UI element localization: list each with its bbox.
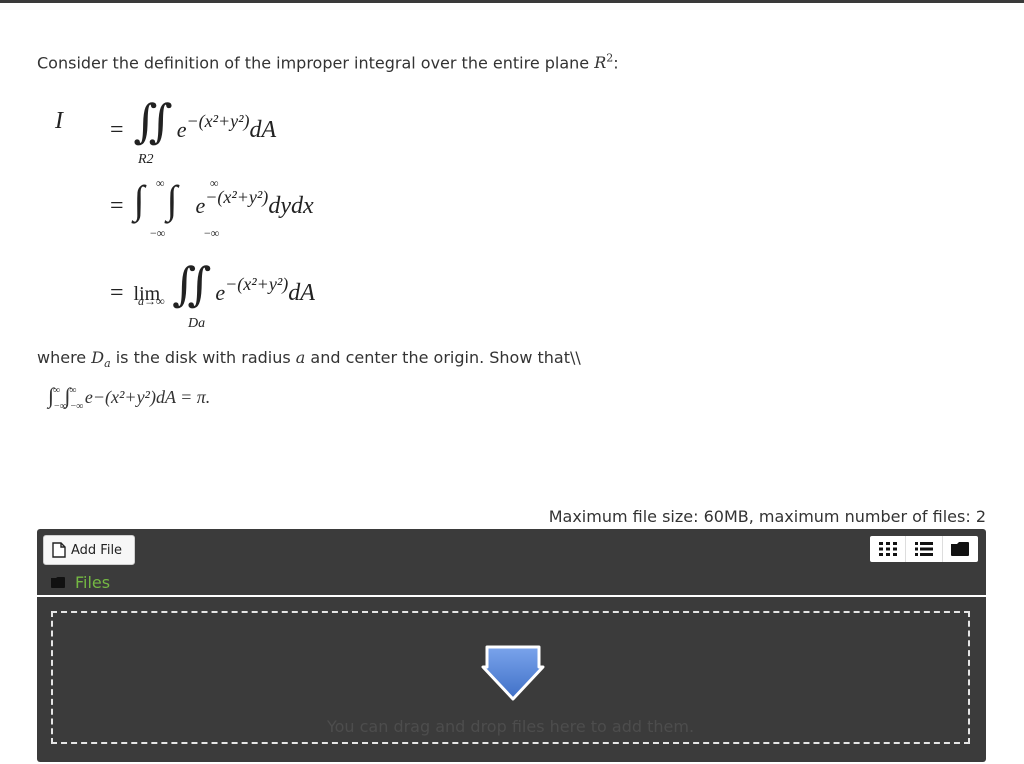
grid-view-button[interactable] xyxy=(870,536,907,562)
region-r2: R2 xyxy=(138,152,154,167)
files-tree-item[interactable]: Files xyxy=(51,573,110,592)
grid-view-icon xyxy=(878,542,897,556)
folder-view-icon xyxy=(951,542,970,556)
lower-limit-2: −∞ xyxy=(204,226,220,240)
equation-lhs: I xyxy=(55,108,63,134)
where-text: where Da is the disk with radius a and c… xyxy=(37,348,581,371)
add-file-button[interactable]: Add File xyxy=(43,535,135,565)
drop-zone[interactable]: You can drag and drop files here to add … xyxy=(37,597,986,762)
files-label: Files xyxy=(75,573,111,592)
folder-view-button[interactable] xyxy=(943,536,978,562)
folder-icon xyxy=(51,577,65,588)
double-integral-icon: ∬ xyxy=(133,96,173,147)
question-intro: Consider the definition of the improper … xyxy=(37,52,619,73)
integral-icon-2: ∫ xyxy=(166,177,178,222)
disk-symbol: Da xyxy=(91,348,111,371)
download-arrow-icon xyxy=(481,645,545,701)
list-view-icon xyxy=(914,542,933,556)
top-bar xyxy=(0,0,1024,3)
drop-zone-border: You can drag and drop files here to add … xyxy=(51,611,970,744)
integral-icon: ∫ xyxy=(133,177,145,222)
max-file-info: Maximum file size: 60MB, maximum number … xyxy=(548,507,986,526)
region-da: Da xyxy=(188,316,206,331)
equation-row-1: = ∬ e−(x²+y²)dA xyxy=(110,96,277,147)
limit-subscript: a→∞ xyxy=(138,294,165,308)
lower-limit-1: −∞ xyxy=(150,226,166,240)
drop-instruction: You can drag and drop files here to add … xyxy=(326,717,695,736)
list-view-button[interactable] xyxy=(906,536,943,562)
upper-limit-2: ∞ xyxy=(210,176,219,190)
view-toggle-group xyxy=(870,536,978,562)
double-integral-icon-2: ∬ xyxy=(172,259,212,310)
add-file-label: Add File xyxy=(71,542,123,558)
show-expression: ∫−∞∞ ∫−∞∞ e−(x²+y²)dA = π. xyxy=(48,383,211,412)
plane-symbol: R2 xyxy=(594,52,614,73)
upper-limit-1: ∞ xyxy=(156,176,165,190)
document-icon xyxy=(52,542,66,558)
file-manager-header: Add File Files xyxy=(37,529,986,595)
